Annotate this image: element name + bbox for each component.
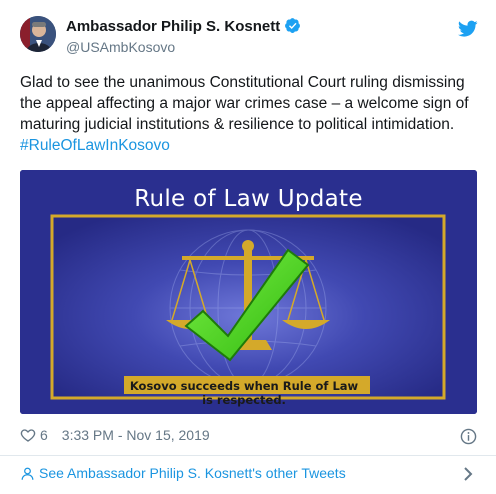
hashtag-link[interactable]: #RuleOfLawInKosovo bbox=[20, 137, 170, 154]
author-handle[interactable]: @USAmbKosovo bbox=[66, 39, 175, 55]
media-title: Rule of Law Update bbox=[134, 186, 363, 212]
tweet-text: Glad to see the unanimous Constitutional… bbox=[20, 72, 480, 156]
chevron-right-icon[interactable] bbox=[462, 467, 474, 481]
twitter-bird-icon[interactable] bbox=[458, 20, 478, 38]
person-icon bbox=[21, 467, 34, 480]
tweet-media-image[interactable]: Rule of Law Update Kosovo succeeds when … bbox=[20, 170, 477, 414]
like-count[interactable]: 6 bbox=[40, 427, 48, 443]
tweet-timestamp[interactable]: 3:33 PM - Nov 15, 2019 bbox=[62, 427, 210, 443]
media-caption: Kosovo succeeds when Rule of Law is resp… bbox=[129, 379, 359, 407]
info-icon[interactable] bbox=[460, 428, 477, 445]
divider bbox=[0, 455, 496, 456]
verified-badge-icon bbox=[285, 18, 301, 33]
embedded-tweet-card: Ambassador Philip S. Kosnett @USAmbKosov… bbox=[0, 0, 496, 494]
avatar-portrait bbox=[20, 16, 56, 52]
avatar[interactable] bbox=[20, 16, 56, 52]
other-tweets-link[interactable]: See Ambassador Philip S. Kosnett's other… bbox=[20, 465, 480, 485]
author-name[interactable]: Ambassador Philip S. Kosnett bbox=[66, 17, 301, 35]
tweet-meta: 6 3:33 PM - Nov 15, 2019 bbox=[20, 427, 210, 445]
other-tweets-label[interactable]: See Ambassador Philip S. Kosnett's other… bbox=[39, 465, 346, 481]
author-name-text[interactable]: Ambassador Philip S. Kosnett bbox=[66, 18, 280, 35]
heart-icon[interactable] bbox=[20, 427, 36, 443]
tweet-body: Glad to see the unanimous Constitutional… bbox=[20, 74, 469, 133]
